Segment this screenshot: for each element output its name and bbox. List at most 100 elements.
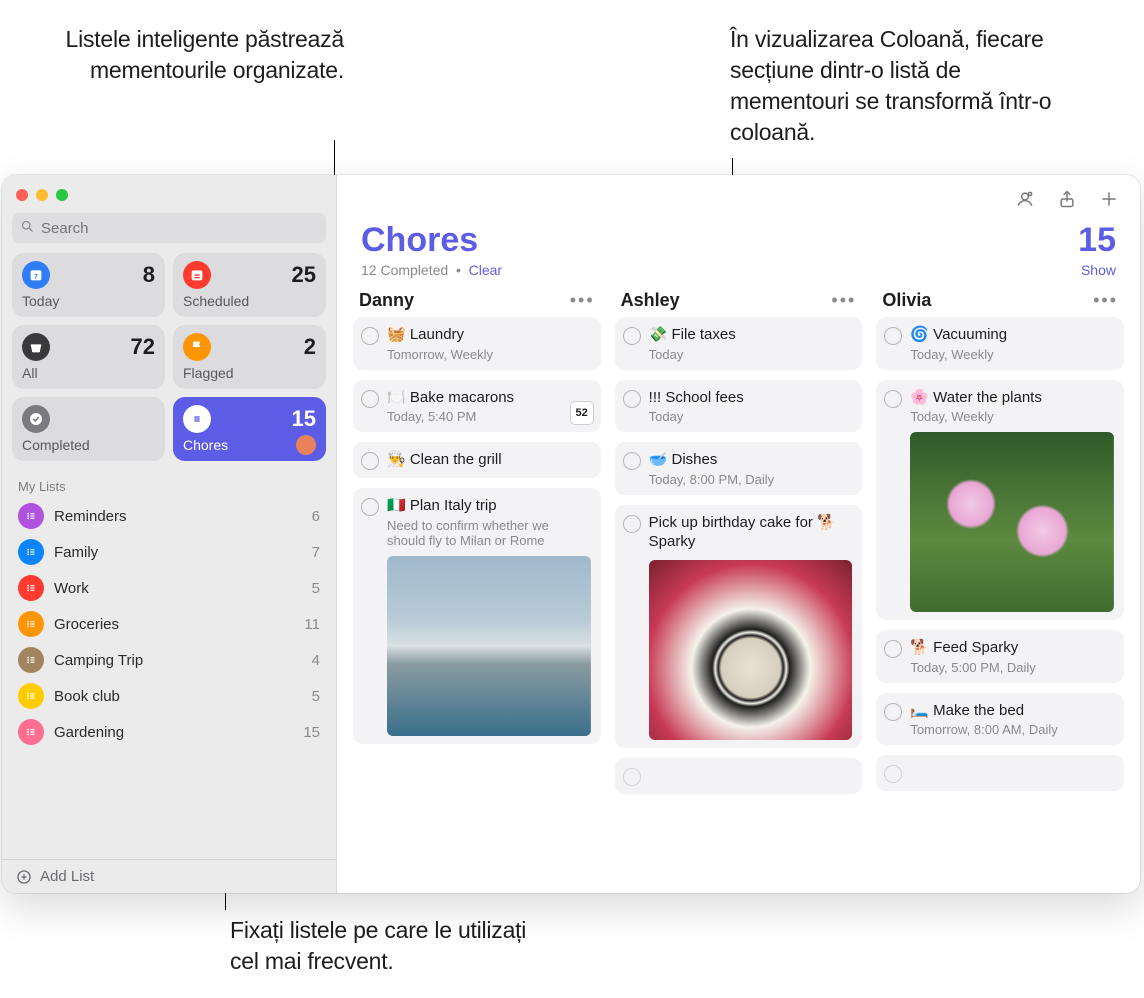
list-count: 6 [312, 508, 320, 525]
reminder-title: 🧺 Laundry [387, 325, 591, 345]
complete-checkbox[interactable] [623, 327, 641, 345]
reminder-card[interactable]: !!! School feesToday [615, 380, 863, 433]
close-window-button[interactable] [16, 189, 28, 201]
reminder-title: 🐕 Feed Sparky [910, 638, 1114, 658]
smart-count: 72 [131, 334, 155, 360]
complete-checkbox[interactable] [623, 768, 641, 786]
search-input[interactable] [41, 220, 318, 237]
complete-checkbox[interactable] [361, 327, 379, 345]
reminder-card[interactable]: 🌸 Water the plantsToday, Weekly [876, 380, 1124, 621]
reminder-card[interactable]: 🌀 Vacuuming Today, Weekly [876, 317, 1124, 370]
reminders-window: 78Today25Scheduled72All2Flagged Completed… [2, 175, 1140, 893]
column-menu-button[interactable]: ••• [831, 290, 856, 311]
reminder-title: 🥣 Dishes [649, 450, 853, 470]
list-subheader: 12 Completed • Clear Show [337, 262, 1140, 286]
complete-checkbox[interactable] [361, 498, 379, 516]
list-icon [18, 503, 44, 529]
list-title: Chores [361, 221, 478, 260]
reminder-image [387, 556, 591, 736]
show-completed-button[interactable]: Show [1081, 262, 1116, 278]
smart-list-flagged[interactable]: 2Flagged [173, 325, 326, 389]
reminder-title: 🇮🇹 Plan Italy trip [387, 496, 591, 516]
reminder-image [649, 560, 853, 740]
column-name: Danny [359, 290, 414, 311]
smart-list-completed[interactable]: Completed [12, 397, 165, 461]
smart-label: Chores [183, 437, 228, 453]
toolbar [337, 175, 1140, 215]
list-icon [18, 683, 44, 709]
collaborate-icon[interactable] [1014, 188, 1036, 210]
smart-list-scheduled[interactable]: 25Scheduled [173, 253, 326, 317]
clear-completed-button[interactable]: Clear [469, 262, 502, 278]
smart-label: Completed [22, 437, 90, 453]
list-count: 11 [304, 616, 320, 633]
reminder-card[interactable]: 🇮🇹 Plan Italy tripNeed to confirm whethe… [353, 488, 601, 744]
list-count: 15 [303, 724, 320, 741]
list-item[interactable]: Groceries 11 [12, 606, 326, 642]
svg-text:7: 7 [34, 273, 38, 280]
list-icon [18, 539, 44, 565]
add-list-button[interactable]: Add List [2, 859, 336, 893]
reminder-card[interactable]: 🍽️ Bake macaronsToday, 5:40 PM52 [353, 380, 601, 433]
smart-list-today[interactable]: 78Today [12, 253, 165, 317]
complete-checkbox[interactable] [623, 452, 641, 470]
complete-checkbox[interactable] [884, 327, 902, 345]
reminder-card[interactable]: 🐕 Feed Sparky Today, 5:00 PM, Daily [876, 630, 1124, 683]
reminder-card[interactable]: 🥣 Dishes Today, 8:00 PM, Daily [615, 442, 863, 495]
column: Ashley•••💸 File taxesToday!!! School fee… [615, 286, 863, 893]
today-icon: 7 [22, 261, 50, 289]
callout-smart-lists: Listele inteligente păstrează mementouri… [54, 24, 344, 86]
list-item[interactable]: Family7 [12, 534, 326, 570]
complete-checkbox[interactable] [884, 390, 902, 408]
list-item[interactable]: Work5 [12, 570, 326, 606]
column-menu-button[interactable]: ••• [1093, 290, 1118, 311]
column-header: Danny ••• [353, 286, 601, 317]
minimize-window-button[interactable] [36, 189, 48, 201]
reminder-meta: Tomorrow, Weekly [387, 347, 591, 362]
complete-checkbox[interactable] [361, 390, 379, 408]
complete-checkbox[interactable] [884, 703, 902, 721]
reminder-card[interactable]: 👨‍🍳 Clean the grill [353, 442, 601, 478]
complete-checkbox[interactable] [884, 765, 902, 783]
fullscreen-window-button[interactable] [56, 189, 68, 201]
search-field[interactable] [12, 213, 326, 243]
reminder-card[interactable]: 🧺 Laundry Tomorrow, Weekly [353, 317, 601, 370]
reminder-image [910, 432, 1114, 612]
complete-checkbox[interactable] [623, 390, 641, 408]
list-name: Camping Trip [54, 652, 302, 669]
main-panel: Chores 15 12 Completed • Clear Show Dann… [337, 175, 1140, 893]
reminder-card[interactable]: 💸 File taxesToday [615, 317, 863, 370]
reminder-meta: Today, 8:00 PM, Daily [649, 472, 853, 487]
list-count: 4 [312, 652, 320, 669]
reminder-card[interactable]: Pick up birthday cake for 🐕 Sparky [615, 505, 863, 748]
list-name: Family [54, 544, 302, 561]
complete-checkbox[interactable] [623, 515, 641, 533]
columns-container: Danny ••• 🧺 Laundry Tomorrow, Weekly 🍽️ Bake… [337, 286, 1140, 893]
column-header: Olivia••• [876, 286, 1124, 317]
reminder-title: 👨‍🍳 Clean the grill [387, 450, 591, 470]
new-reminder-placeholder[interactable] [876, 755, 1124, 791]
new-reminder-placeholder[interactable] [615, 758, 863, 794]
smart-label: Today [22, 293, 59, 309]
add-reminder-icon[interactable] [1098, 188, 1120, 210]
share-icon[interactable] [1056, 188, 1078, 210]
reminder-meta: Today, Weekly [910, 347, 1114, 362]
list-count: 5 [312, 688, 320, 705]
reminder-meta: Today, 5:00 PM, Daily [910, 660, 1114, 675]
complete-checkbox[interactable] [884, 640, 902, 658]
reminder-meta: Today [649, 409, 853, 424]
list-item[interactable]: Camping Trip 4 [12, 642, 326, 678]
smart-list-chores[interactable]: 15Chores [173, 397, 326, 461]
smart-count: 2 [304, 334, 316, 360]
list-name: Groceries [54, 616, 294, 633]
complete-checkbox[interactable] [361, 452, 379, 470]
column-menu-button[interactable]: ••• [570, 290, 595, 311]
list-item[interactable]: Book club5 [12, 678, 326, 714]
add-list-label: Add List [40, 868, 94, 885]
reminder-title: 🌀 Vacuuming [910, 325, 1114, 345]
reminder-card[interactable]: 🛏️ Make the bedTomorrow, 8:00 AM, Daily [876, 693, 1124, 746]
list-item[interactable]: Gardening15 [12, 714, 326, 750]
smart-lists-grid: 78Today25Scheduled72All2Flagged Completed… [12, 253, 326, 461]
list-item[interactable]: Reminders6 [12, 498, 326, 534]
smart-list-all[interactable]: 72All [12, 325, 165, 389]
